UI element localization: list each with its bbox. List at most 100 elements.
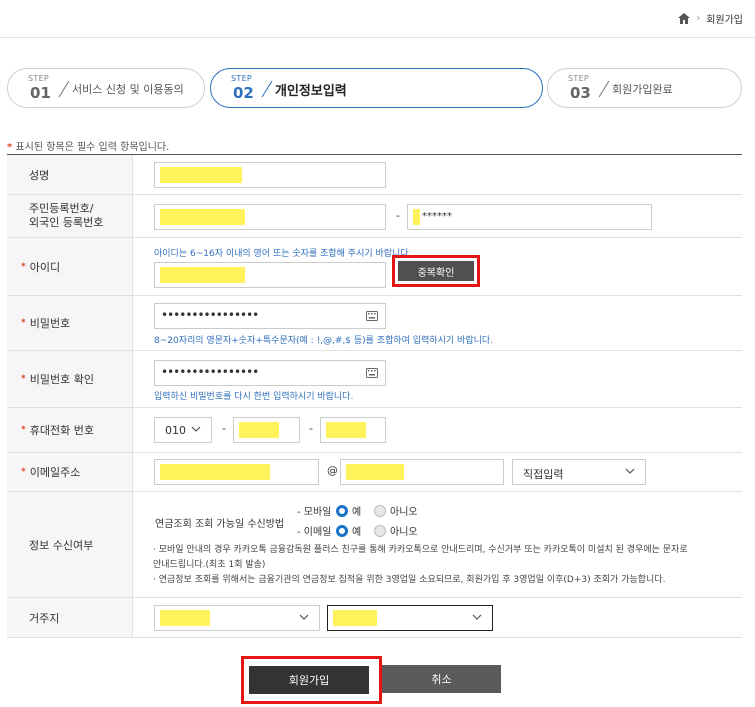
label-password-confirm-text: 비밀번호 확인 bbox=[29, 373, 94, 386]
row-notify: 정보 수신여부 연금조회 조회 가능일 수신방법 - 모바일 예 아니오 - 이… bbox=[7, 492, 742, 598]
step-number: 02 bbox=[233, 84, 254, 102]
radio-selected-icon bbox=[336, 524, 348, 537]
name-input[interactable] bbox=[154, 162, 386, 188]
label-notify: 정보 수신여부 bbox=[7, 492, 133, 597]
slash-divider bbox=[58, 80, 70, 98]
userid-input[interactable] bbox=[154, 262, 386, 288]
notify-note-1: · 모바일 안내의 경우 카카오톡 금융감독원 플러스 친구를 통해 카카오톡으… bbox=[153, 545, 688, 555]
residence-province-select[interactable] bbox=[154, 605, 320, 631]
chevron-down-icon bbox=[625, 468, 635, 474]
slash-divider bbox=[598, 80, 610, 98]
notify-note-2: · 연금정보 조회를 위해서는 금융기관의 연금정보 집적을 위한 3영업일 소… bbox=[153, 575, 666, 585]
label-name: 성명 bbox=[7, 155, 133, 194]
form-actions: 회원가입 취소 bbox=[0, 655, 755, 705]
join-highlight-box: 회원가입 bbox=[241, 656, 382, 704]
email-id-input[interactable] bbox=[154, 459, 319, 485]
radio-label: 예 bbox=[352, 507, 362, 518]
row-password-confirm: * 비밀번호 확인 •••••••••••••••• 입력하신 비밀번호를 다시… bbox=[7, 351, 742, 408]
row-name: 성명 bbox=[7, 155, 742, 195]
password-confirm-value: •••••••••••••••• bbox=[161, 365, 259, 379]
password-value: •••••••••••••••• bbox=[161, 308, 259, 322]
keyboard-icon[interactable] bbox=[366, 368, 378, 378]
redacted-highlight bbox=[333, 610, 377, 626]
chevron-down-icon bbox=[299, 614, 309, 620]
join-button[interactable]: 회원가입 bbox=[249, 666, 369, 694]
email-at: @ bbox=[327, 464, 338, 477]
phone-last-input[interactable] bbox=[320, 417, 386, 443]
row-rrn: 주민등록번호/ 외국인 등록번호 - ****** bbox=[7, 195, 742, 238]
breadcrumb: › 회원가입 bbox=[678, 11, 743, 26]
required-note: * 표시된 항목은 필수 입력 항목입니다. bbox=[7, 138, 169, 153]
password-confirm-input[interactable]: •••••••••••••••• bbox=[154, 360, 386, 386]
phone-middle-input[interactable] bbox=[233, 417, 300, 443]
label-rrn: 주민등록번호/ 외국인 등록번호 bbox=[7, 195, 133, 237]
label-password-confirm: * 비밀번호 확인 bbox=[7, 351, 133, 407]
radio-unselected-icon bbox=[374, 504, 386, 517]
mobile-yes-radio[interactable]: 예 bbox=[336, 503, 361, 518]
row-userid: * 아이디 아이디는 6~16자 이내의 영어 또는 숫자를 조합해 주시기 바… bbox=[7, 238, 742, 296]
rrn-front-input[interactable] bbox=[154, 204, 386, 230]
password-input[interactable]: •••••••••••••••• bbox=[154, 303, 386, 329]
password-confirm-help: 입력하신 비밀번호를 다시 한번 입력하시기 바랍니다. bbox=[154, 392, 354, 402]
keyboard-icon[interactable] bbox=[366, 311, 378, 321]
signup-steps: STEP 01 서비스 신청 및 이용동의 STEP 02 개인정보입력 STE… bbox=[7, 68, 742, 108]
email-domain-select[interactable]: 직접입력 bbox=[512, 459, 646, 485]
notify-note-1b: 안내드립니다.(최초 1회 발송) bbox=[153, 560, 266, 570]
email-domain-input[interactable] bbox=[340, 459, 504, 485]
required-note-text: 표시된 항목은 필수 입력 항목입니다. bbox=[15, 142, 170, 153]
step-number: 01 bbox=[30, 84, 51, 102]
label-rrn-line1: 주민등록번호/ bbox=[29, 202, 94, 215]
notify-method-label: 연금조회 조회 가능일 수신방법 bbox=[155, 519, 285, 530]
residence-city-select[interactable] bbox=[327, 605, 493, 631]
mobile-no-radio[interactable]: 아니오 bbox=[374, 503, 418, 518]
required-mark: * bbox=[21, 467, 26, 477]
label-residence: 거주지 bbox=[7, 598, 133, 637]
label-email-text: 이메일주소 bbox=[29, 466, 81, 479]
rrn-masked: ****** bbox=[422, 211, 452, 222]
redacted-highlight bbox=[239, 422, 279, 438]
label-userid: * 아이디 bbox=[7, 238, 133, 295]
rrn-back-input[interactable]: ****** bbox=[407, 204, 652, 230]
top-bar: › 회원가입 bbox=[0, 0, 755, 38]
step-3: STEP 03 회원가입완료 bbox=[547, 68, 742, 108]
step-label: STEP bbox=[28, 74, 50, 83]
step-label: STEP bbox=[231, 74, 253, 83]
dup-check-button[interactable]: 중복확인 bbox=[398, 261, 474, 281]
radio-label: 아니오 bbox=[390, 527, 418, 538]
breadcrumb-current: 회원가입 bbox=[706, 15, 743, 26]
label-phone: * 휴대전화 번호 bbox=[7, 408, 133, 452]
row-email: * 이메일주소 @ 직접입력 bbox=[7, 453, 742, 492]
chevron-down-icon bbox=[472, 614, 482, 620]
notify-mobile-label: - 모바일 bbox=[297, 507, 332, 518]
rrn-dash: - bbox=[396, 209, 400, 222]
notify-notes: · 모바일 안내의 경우 카카오톡 금융감독원 플러스 친구를 통해 카카오톡으… bbox=[153, 543, 738, 588]
email-yes-radio[interactable]: 예 bbox=[336, 523, 361, 538]
required-mark: * bbox=[7, 142, 13, 153]
step-number: 03 bbox=[570, 84, 591, 102]
cancel-button[interactable]: 취소 bbox=[382, 665, 501, 693]
redacted-highlight bbox=[160, 464, 270, 480]
step-name: 회원가입완료 bbox=[612, 83, 673, 96]
signup-form: 성명 주민등록번호/ 외국인 등록번호 - ****** * 아이디 아이디는 … bbox=[7, 154, 742, 638]
chevron-down-icon bbox=[191, 426, 201, 432]
row-phone: * 휴대전화 번호 010 - - bbox=[7, 408, 742, 453]
password-help: 8~20자리의 영문자+숫자+특수문자(예 : !,@,#,$ 등)를 조합하여… bbox=[154, 336, 494, 346]
redacted-highlight bbox=[326, 422, 366, 438]
redacted-highlight bbox=[413, 209, 420, 225]
radio-selected-icon bbox=[336, 504, 348, 517]
home-icon[interactable] bbox=[678, 13, 691, 24]
dup-check-highlight-box: 중복확인 bbox=[392, 255, 480, 287]
email-no-radio[interactable]: 아니오 bbox=[374, 523, 418, 538]
phone-dash-1: - bbox=[222, 422, 226, 435]
row-password: * 비밀번호 •••••••••••••••• 8~20자리의 영문자+숫자+특… bbox=[7, 296, 742, 351]
redacted-highlight bbox=[160, 267, 245, 283]
chevron-right-icon: › bbox=[696, 13, 701, 24]
phone-prefix-value: 010 bbox=[165, 424, 186, 437]
redacted-highlight bbox=[160, 610, 210, 626]
label-password: * 비밀번호 bbox=[7, 296, 133, 350]
step-name: 개인정보입력 bbox=[275, 84, 347, 99]
userid-help: 아이디는 6~16자 이내의 영어 또는 숫자를 조합해 주시기 바랍니다. bbox=[154, 249, 412, 259]
email-domain-select-value: 직접입력 bbox=[523, 468, 564, 481]
slash-divider bbox=[261, 80, 273, 98]
phone-prefix-select[interactable]: 010 bbox=[154, 417, 212, 443]
